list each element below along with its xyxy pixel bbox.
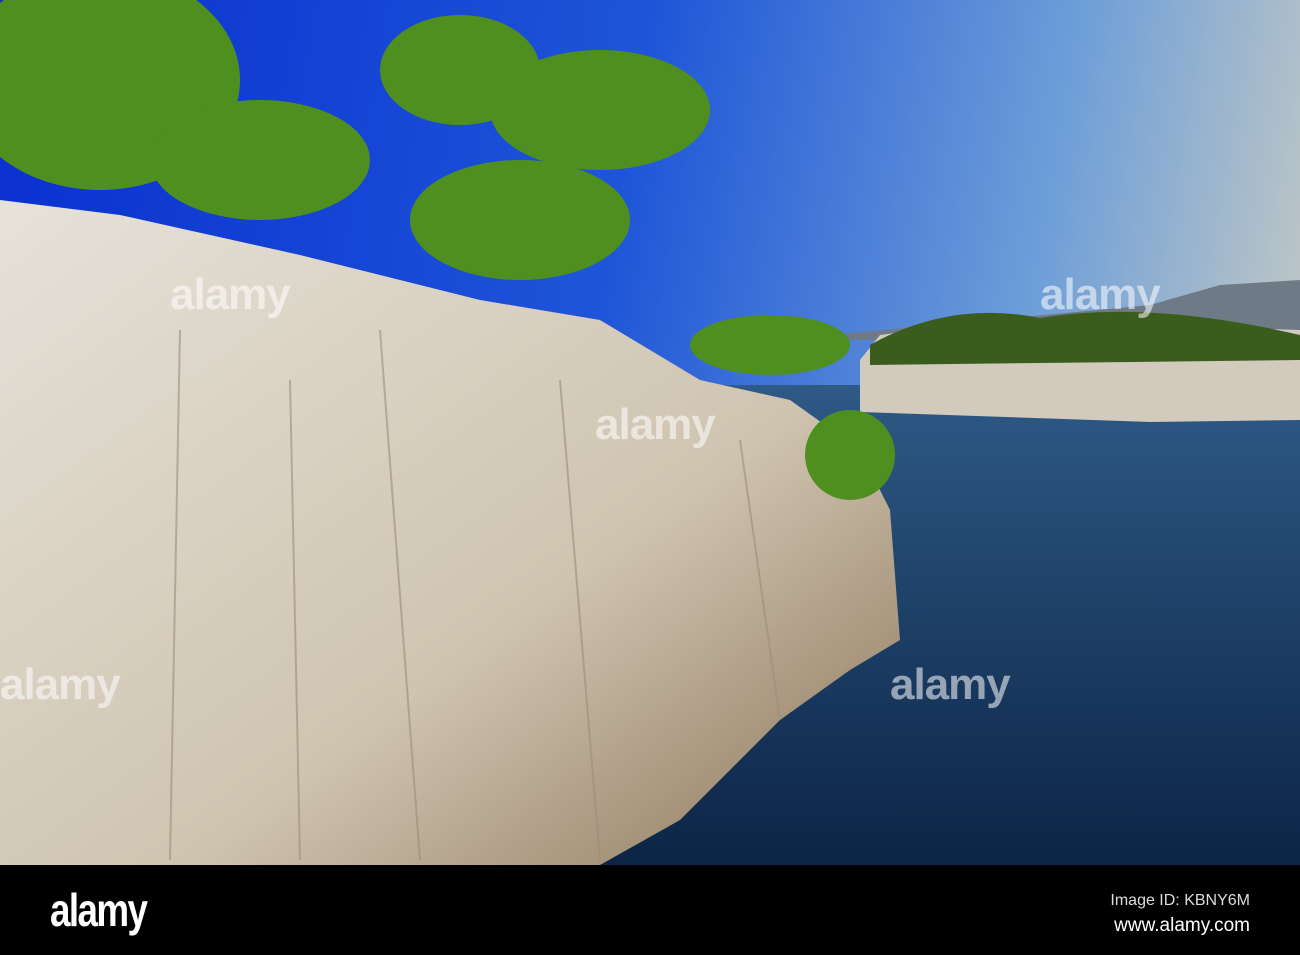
- watermark: alamy: [595, 400, 716, 449]
- alamy-logo: alamy: [50, 884, 148, 936]
- watermark: alamy: [890, 660, 1011, 709]
- footer-bar: alamy Image ID: KBNY6M www.alamy.com: [0, 865, 1300, 955]
- image-id: Image ID: KBNY6M: [1110, 892, 1250, 909]
- watermark: alamy: [1040, 270, 1161, 319]
- site-url: www.alamy.com: [1114, 915, 1250, 936]
- watermark: alamy: [0, 660, 121, 709]
- coastal-cliff-photo: alamy alamy alamy alamy alamy: [0, 0, 1300, 865]
- watermark: alamy: [170, 270, 291, 319]
